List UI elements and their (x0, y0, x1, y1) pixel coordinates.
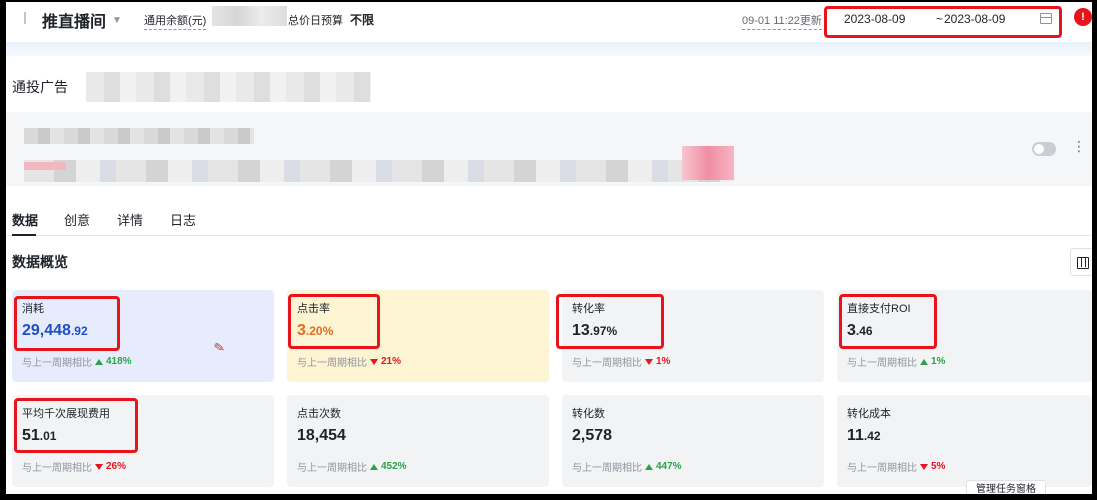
ad-info-panel: ⋮ (6, 112, 1092, 186)
status-toggle[interactable] (1032, 142, 1056, 156)
blurred-text (24, 128, 254, 144)
tab-log[interactable]: 日志 (170, 210, 196, 229)
alert-icon[interactable]: ! (1074, 8, 1092, 26)
metric-compare: 与上一周期相比 21% (297, 356, 402, 369)
tab-data[interactable]: 数据 (12, 210, 38, 229)
balance-value-blurred (212, 6, 287, 26)
metric-value: 18,454 (297, 427, 346, 444)
metric-name: 转化率 (572, 303, 605, 315)
arrow-down-icon (370, 358, 378, 365)
update-time[interactable]: 09-01 11:22更新 (742, 12, 822, 30)
tab-details[interactable]: 详情 (117, 210, 143, 229)
metric-name: 直接支付ROI (847, 303, 911, 315)
header-gradient (6, 42, 1092, 56)
blurred-text (682, 146, 734, 180)
metric-card-roi[interactable]: 直接支付ROI 3.46 与上一周期相比 1% (837, 290, 1092, 382)
metric-name: 转化数 (572, 408, 605, 420)
metric-card-cpm[interactable]: 平均千次展现费用 51.01 与上一周期相比 26% (12, 395, 274, 487)
metric-compare: 与上一周期相比 418% (22, 356, 132, 369)
arrow-down-icon (95, 463, 103, 470)
balance-label[interactable]: 通用余额(元) (144, 12, 207, 30)
account-switcher[interactable]: 推直播间 ▼ (42, 8, 122, 32)
metric-name: 平均千次展现费用 (22, 408, 110, 420)
metric-compare: 与上一周期相比 26% (22, 461, 127, 474)
caret-down-icon: ▼ (112, 14, 122, 26)
metric-card-clicks[interactable]: 点击次数 18,454 与上一周期相比 452% (287, 395, 549, 487)
metric-compare: 与上一周期相比 1% (572, 356, 671, 369)
arrow-down-icon (645, 358, 653, 365)
metric-value: 11.42 (847, 427, 881, 444)
metric-card-conversions[interactable]: 转化数 2,578 与上一周期相比 447% (562, 395, 824, 487)
metric-card-spend[interactable]: 消耗 29,448.92 与上一周期相比 418% ✎ (12, 290, 274, 382)
budget-value[interactable]: 不限 (350, 11, 374, 28)
metric-name: 消耗 (22, 303, 44, 315)
ad-title: 通投广告 (12, 79, 68, 95)
arrow-down-icon (920, 463, 928, 470)
metric-value: 3.46 (847, 322, 873, 339)
metric-name: 转化成本 (847, 408, 891, 420)
tooltip: 管理任务窗格 (966, 480, 1046, 494)
arrow-up-icon (920, 358, 928, 365)
brand-title: 推直播间 (42, 14, 107, 31)
date-separator: ~ (936, 12, 944, 26)
arrow-up-icon (645, 463, 653, 470)
budget-label: 总价日预算 (288, 15, 343, 27)
metric-value: 2,578 (572, 427, 613, 444)
tab-bar: 数据 创意 详情 日志 (6, 206, 1092, 236)
columns-icon[interactable] (1070, 248, 1092, 276)
calendar-icon[interactable] (1040, 13, 1052, 24)
divider (24, 12, 26, 24)
section-title: 数据概览 (12, 254, 68, 270)
metric-compare: 与上一周期相比 447% (572, 461, 682, 474)
metric-compare: 与上一周期相比 5% (847, 461, 946, 474)
pen-icon: ✎ (212, 339, 227, 356)
metric-name: 点击率 (297, 303, 330, 315)
active-tab-indicator (12, 234, 36, 236)
metric-value: 51.01 (22, 427, 57, 444)
arrow-up-icon (95, 358, 103, 365)
metric-card-cvr[interactable]: 转化率 13.97% 与上一周期相比 1% (562, 290, 824, 382)
arrow-up-icon (370, 463, 378, 470)
metric-value: 13.97% (572, 322, 618, 339)
metric-compare: 与上一周期相比 1% (847, 356, 946, 369)
date-start[interactable]: 2023-08-09 (844, 12, 905, 26)
top-bar: 推直播间 ▼ 通用余额(元) 总价日预算 不限 09-01 11:22更新 20… (6, 2, 1092, 42)
app-frame: 推直播间 ▼ 通用余额(元) 总价日预算 不限 09-01 11:22更新 20… (6, 2, 1092, 494)
more-vertical-icon[interactable]: ⋮ (1072, 139, 1086, 153)
metric-compare: 与上一周期相比 452% (297, 461, 407, 474)
metric-card-ctr[interactable]: 点击率 3.20% 与上一周期相比 21% (287, 290, 549, 382)
metric-name: 点击次数 (297, 408, 341, 420)
blurred-text (24, 162, 66, 170)
date-range-picker[interactable]: 2023-08-09 ~ 2023-08-09 (828, 6, 1062, 36)
metric-value: 3.20% (297, 322, 334, 339)
date-end[interactable]: 2023-08-09 (944, 12, 1005, 26)
tab-creative[interactable]: 创意 (64, 210, 90, 229)
metric-card-cost-per-conversion[interactable]: 转化成本 11.42 与上一周期相比 5% (837, 395, 1092, 487)
metric-value: 29,448.92 (22, 322, 88, 339)
blurred-text (24, 160, 734, 182)
ad-name-blurred (86, 72, 371, 102)
